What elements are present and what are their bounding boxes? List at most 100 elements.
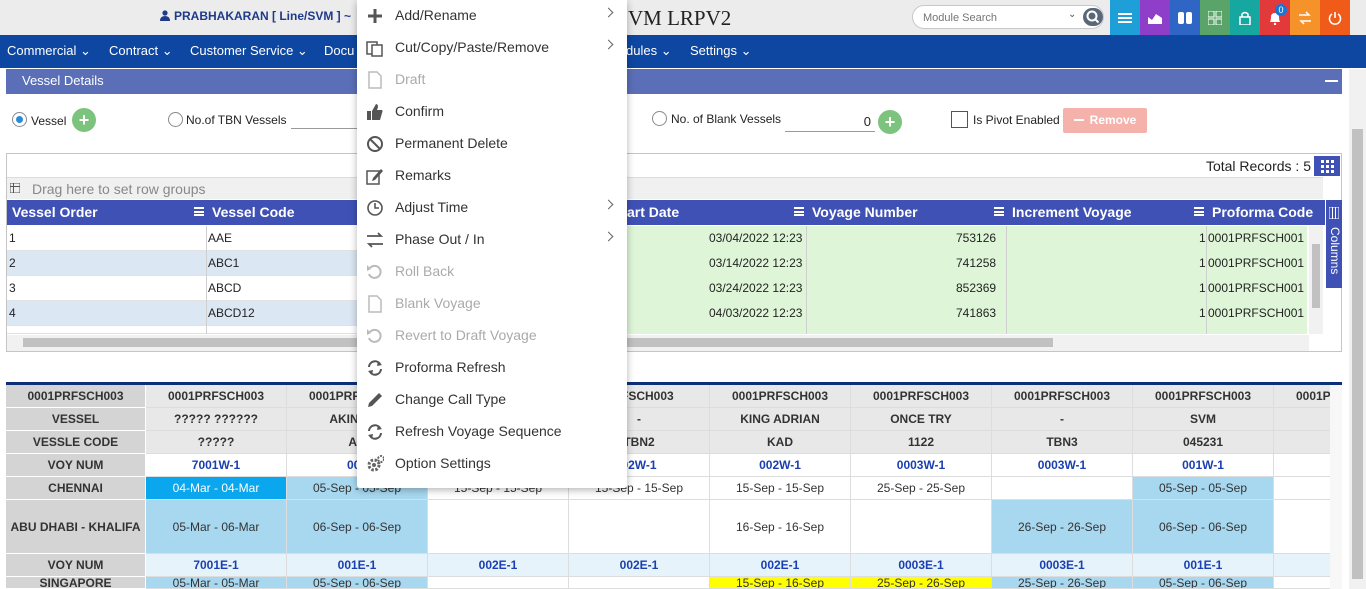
schedule-cell-vessel: TES	[1274, 408, 1330, 431]
plus-icon	[366, 7, 384, 25]
schedule-cell-voy[interactable]: 7001W-1	[146, 454, 287, 477]
nav-contract[interactable]: Contract ⌄	[109, 43, 173, 59]
schedule-cell-vessel: ONCE TRY	[851, 408, 992, 431]
schedule-cell-voy2[interactable]: 0003E-1	[992, 554, 1133, 577]
col-vessel-order[interactable]: Vessel Order	[12, 204, 98, 220]
switch-button[interactable]	[1170, 0, 1200, 35]
cell-increment: 1	[1199, 281, 1206, 295]
menu-item-label: Adjust Time	[395, 199, 469, 215]
chart-button[interactable]	[1140, 0, 1170, 35]
menu-item-confirm[interactable]: Confirm	[357, 96, 627, 128]
menu-item-label: Option Settings	[395, 455, 491, 471]
add-blank-vessel-button[interactable]: +	[878, 110, 902, 134]
lock-icon	[1239, 11, 1251, 25]
nav-settings[interactable]: Settings ⌄	[690, 43, 752, 59]
menu-item-phase-out-in[interactable]: Phase Out / In	[357, 224, 627, 256]
module-search-input[interactable]	[923, 10, 1063, 25]
menu-item-option-settings[interactable]: Option Settings	[357, 448, 627, 480]
menu-item-blank-voyage: Blank Voyage	[357, 288, 627, 320]
blank-vessels-radio[interactable]	[652, 111, 667, 126]
notifications-button[interactable]: 0	[1260, 0, 1290, 35]
menu-item-proforma-refresh[interactable]: Proforma Refresh	[357, 352, 627, 384]
menu-item-remarks[interactable]: Remarks	[357, 160, 627, 192]
schedule-cell-voy2[interactable]: 001E-1	[287, 554, 428, 577]
schedule-cell-voy2[interactable]: 0003E-1	[851, 554, 992, 577]
scroll-thumb[interactable]	[1352, 129, 1363, 579]
lock-button[interactable]	[1230, 0, 1260, 35]
remove-button[interactable]: Remove	[1063, 108, 1147, 133]
col-increment-voyage[interactable]: Increment Voyage	[1012, 204, 1132, 220]
schedule-cell-voy2[interactable]: 7001E-1	[146, 554, 287, 577]
module-search[interactable]: ⌄	[912, 5, 1104, 29]
nav-customer-service[interactable]: Customer Service ⌄	[190, 43, 308, 59]
page-vertical-scrollbar[interactable]	[1349, 69, 1366, 589]
schedule-cell-sing: 25-Sep - 26-Sep	[992, 577, 1133, 589]
col-menu-icon[interactable]	[1194, 207, 1204, 216]
grid-horizontal-scrollbar[interactable]	[7, 335, 1309, 351]
schedule-cell-voy[interactable]: 0	[1274, 454, 1330, 477]
vessel-details-header: Vessel Details	[6, 69, 1342, 94]
menu-item-draft: Draft	[357, 64, 627, 96]
schedule-cell-voy[interactable]: 002W-1	[710, 454, 851, 477]
schedule-cell-vessel: SVM	[1133, 408, 1274, 431]
schedule-cell-code: 1122	[851, 431, 992, 454]
schedule-cell-voy[interactable]: 0003W-1	[851, 454, 992, 477]
undo-icon	[366, 263, 384, 281]
app-title: VM LRPV2	[628, 6, 732, 30]
col-proforma-code[interactable]: Proforma Code	[1212, 204, 1313, 220]
transfer-button[interactable]	[1290, 0, 1320, 35]
col-vessel-code[interactable]: Vessel Code	[212, 204, 295, 220]
col-start-date[interactable]: art Date	[627, 204, 679, 220]
col-menu-icon[interactable]	[794, 207, 804, 216]
tbn-vessels-input[interactable]	[291, 128, 357, 129]
schedule-cell-chennai: 04-Mar - 04-Mar	[146, 477, 287, 500]
menu-item-permanent-delete[interactable]: Permanent Delete	[357, 128, 627, 160]
menu-item-refresh-voyage-sequence[interactable]: Refresh Voyage Sequence	[357, 416, 627, 448]
search-icon	[1086, 10, 1100, 24]
cell-proforma: 0001PRFSCH001	[1208, 256, 1305, 270]
nav-commercial[interactable]: Commercial ⌄	[7, 43, 91, 59]
menu-item-adjust-time[interactable]: Adjust Time	[357, 192, 627, 224]
nav-modules[interactable]: dules ⌄	[626, 43, 672, 59]
schedule-cell-voy2[interactable]: 002E-1	[428, 554, 569, 577]
row-group-panel[interactable]: Drag here to set row groups	[7, 177, 1323, 199]
menu-item-add-rename[interactable]: Add/Rename	[357, 0, 627, 32]
search-button[interactable]	[1083, 8, 1103, 26]
col-menu-icon[interactable]	[994, 207, 1004, 216]
col-menu-icon[interactable]	[194, 207, 204, 216]
columns-tool-panel[interactable]: Columns	[1326, 200, 1342, 288]
scroll-thumb[interactable]	[1312, 244, 1320, 308]
menu-item-change-call-type[interactable]: Change Call Type	[357, 384, 627, 416]
menu-button[interactable]	[1110, 0, 1140, 35]
vessel-radio[interactable]	[12, 112, 27, 127]
schedule-cell-voy2[interactable]: 002E-1	[569, 554, 710, 577]
col-voyage-number[interactable]: Voyage Number	[812, 204, 918, 220]
schedule-cell-code: ?????	[146, 431, 287, 454]
schedule-cell-voy2[interactable]: 002E-1	[710, 554, 851, 577]
cell-order: 2	[9, 256, 16, 270]
power-icon	[1328, 11, 1342, 25]
user-display[interactable]: PRABHAKARAN [ Line/SVM ] ~	[160, 9, 351, 23]
nav-documentation[interactable]: Docu	[324, 43, 354, 58]
schedule-cell-code: KAD	[710, 431, 851, 454]
schedule-cell-voy2[interactable]: 001E-1	[1133, 554, 1274, 577]
apps-button[interactable]	[1200, 0, 1230, 35]
schedule-cell-voy[interactable]: 001W-1	[1133, 454, 1274, 477]
cell-voyage: 852369	[956, 281, 997, 295]
grid-menu-button[interactable]	[1314, 156, 1340, 176]
pivot-checkbox[interactable]	[951, 111, 968, 128]
schedule-cell-voy2[interactable]: 0	[1274, 554, 1330, 577]
menu-item-cut-copy-paste-remove[interactable]: Cut/Copy/Paste/Remove	[357, 32, 627, 64]
schedule-cell-voy[interactable]: 0003W-1	[992, 454, 1133, 477]
collapse-icon[interactable]	[1325, 80, 1338, 82]
add-vessel-button[interactable]: +	[72, 108, 96, 132]
schedule-scrollbar[interactable]	[1330, 385, 1342, 589]
grid-vertical-scrollbar[interactable]	[1309, 226, 1323, 334]
blank-vessels-input[interactable]: 0	[785, 114, 875, 132]
tbn-vessels-radio[interactable]	[168, 112, 183, 127]
schedule-cell-proforma: 0001PRFSCH003	[1274, 385, 1330, 408]
chevron-down-icon[interactable]: ⌄	[1068, 9, 1076, 20]
chevron-right-icon	[603, 7, 614, 18]
schedule-cell-vessel: KING ADRIAN	[710, 408, 851, 431]
logout-button[interactable]	[1320, 0, 1350, 35]
